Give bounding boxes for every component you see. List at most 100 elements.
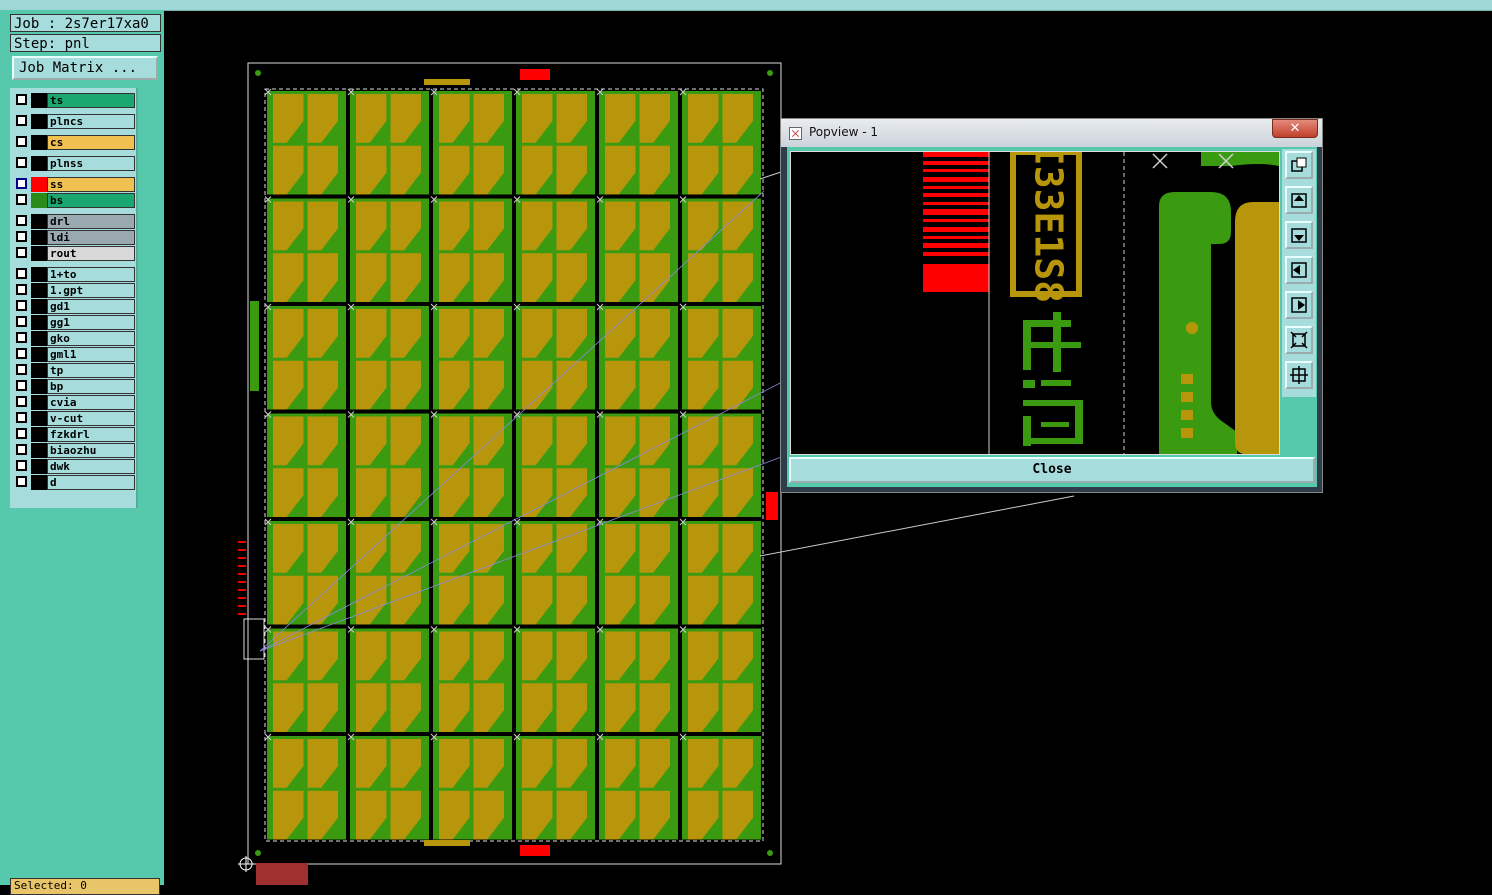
layer-checkbox[interactable]: [16, 348, 27, 359]
layer-row-rout[interactable]: rout: [14, 246, 135, 261]
layer-checkbox[interactable]: [16, 115, 27, 126]
layer-row-ts[interactable]: ts: [14, 93, 135, 108]
layer-checkbox[interactable]: [16, 178, 27, 189]
layer-checkbox[interactable]: [16, 316, 27, 327]
layer-name[interactable]: bs: [47, 193, 135, 208]
pan-left-icon[interactable]: [1285, 256, 1313, 284]
layer-name[interactable]: tp: [47, 363, 135, 378]
layer-name[interactable]: gml1: [47, 347, 135, 362]
layer-color-swatch[interactable]: [31, 246, 47, 261]
layer-row-gml1[interactable]: gml1: [14, 347, 135, 362]
layer-row-1-to[interactable]: 1+to: [14, 267, 135, 282]
popview-title-bar[interactable]: Popview - 1 ✕: [781, 119, 1322, 147]
layer-name[interactable]: 1+to: [47, 267, 135, 282]
layer-checkbox[interactable]: [16, 215, 27, 226]
layer-name[interactable]: ldi: [47, 230, 135, 245]
layer-checkbox[interactable]: [16, 157, 27, 168]
layer-color-swatch[interactable]: [31, 363, 47, 378]
layer-checkbox[interactable]: [16, 428, 27, 439]
layer-color-swatch[interactable]: [31, 267, 47, 282]
layer-row-cs[interactable]: cs: [14, 135, 135, 150]
layer-checkbox[interactable]: [16, 136, 27, 147]
layer-color-swatch[interactable]: [31, 283, 47, 298]
layer-name[interactable]: drl: [47, 214, 135, 229]
layer-row-gg1[interactable]: gg1: [14, 315, 135, 330]
zoom-out-icon[interactable]: [1285, 361, 1313, 389]
layer-row-gko[interactable]: gko: [14, 331, 135, 346]
layer-row-v-cut[interactable]: v-cut: [14, 411, 135, 426]
layer-checkbox[interactable]: [16, 460, 27, 471]
layer-checkbox[interactable]: [16, 476, 27, 487]
layer-row-1-gpt[interactable]: 1.gpt: [14, 283, 135, 298]
layer-color-swatch[interactable]: [31, 411, 47, 426]
layer-color-swatch[interactable]: [31, 331, 47, 346]
zoom-fit-icon[interactable]: [1285, 151, 1313, 179]
close-button[interactable]: Close: [789, 457, 1315, 483]
layer-name[interactable]: d: [47, 475, 135, 490]
layer-color-swatch[interactable]: [31, 427, 47, 442]
layer-color-swatch[interactable]: [31, 156, 47, 171]
layer-name[interactable]: bp: [47, 379, 135, 394]
window-close-button[interactable]: ✕: [1272, 119, 1318, 138]
layer-checkbox[interactable]: [16, 364, 27, 375]
layer-row-bp[interactable]: bp: [14, 379, 135, 394]
layer-checkbox[interactable]: [16, 396, 27, 407]
layer-row-tp[interactable]: tp: [14, 363, 135, 378]
layer-name[interactable]: v-cut: [47, 411, 135, 426]
pan-right-icon[interactable]: [1285, 291, 1313, 319]
job-matrix-button[interactable]: Job Matrix ...: [12, 56, 158, 80]
layer-name[interactable]: rout: [47, 246, 135, 261]
layer-checkbox[interactable]: [16, 380, 27, 391]
layer-name[interactable]: ts: [47, 93, 135, 108]
status-tab[interactable]: Selected: 0: [10, 878, 160, 895]
layer-name[interactable]: biaozhu: [47, 443, 135, 458]
layer-checkbox[interactable]: [16, 268, 27, 279]
layer-color-swatch[interactable]: [31, 177, 47, 192]
layer-row-plnss[interactable]: plnss: [14, 156, 135, 171]
layer-color-swatch[interactable]: [31, 459, 47, 474]
layer-checkbox[interactable]: [16, 412, 27, 423]
layer-color-swatch[interactable]: [31, 299, 47, 314]
layer-checkbox[interactable]: [16, 300, 27, 311]
layer-name[interactable]: plncs: [47, 114, 135, 129]
layer-color-swatch[interactable]: [31, 443, 47, 458]
layer-row-plncs[interactable]: plncs: [14, 114, 135, 129]
layer-row-biaozhu[interactable]: biaozhu: [14, 443, 135, 458]
layer-color-swatch[interactable]: [31, 114, 47, 129]
pan-down-icon[interactable]: [1285, 221, 1313, 249]
zoom-in-icon[interactable]: [1285, 326, 1313, 354]
layer-color-swatch[interactable]: [31, 230, 47, 245]
layer-row-fzkdrl[interactable]: fzkdrl: [14, 427, 135, 442]
layer-name[interactable]: fzkdrl: [47, 427, 135, 442]
layer-row-gd1[interactable]: gd1: [14, 299, 135, 314]
layer-color-swatch[interactable]: [31, 395, 47, 410]
layer-checkbox[interactable]: [16, 194, 27, 205]
layer-row-ldi[interactable]: ldi: [14, 230, 135, 245]
layer-color-swatch[interactable]: [31, 379, 47, 394]
layer-name[interactable]: gko: [47, 331, 135, 346]
layer-color-swatch[interactable]: [31, 315, 47, 330]
pan-up-icon[interactable]: [1285, 186, 1313, 214]
layer-checkbox[interactable]: [16, 284, 27, 295]
layer-color-swatch[interactable]: [31, 214, 47, 229]
layer-checkbox[interactable]: [16, 247, 27, 258]
layer-color-swatch[interactable]: [31, 193, 47, 208]
layer-name[interactable]: plnss: [47, 156, 135, 171]
layer-row-drl[interactable]: drl: [14, 214, 135, 229]
layer-name[interactable]: dwk: [47, 459, 135, 474]
layer-checkbox[interactable]: [16, 332, 27, 343]
layer-row-cvia[interactable]: cvia: [14, 395, 135, 410]
layer-row-bs[interactable]: bs: [14, 193, 135, 208]
layer-checkbox[interactable]: [16, 231, 27, 242]
layer-checkbox[interactable]: [16, 94, 27, 105]
layer-name[interactable]: ss: [47, 177, 135, 192]
layer-name[interactable]: 1.gpt: [47, 283, 135, 298]
layer-name[interactable]: cvia: [47, 395, 135, 410]
layer-name[interactable]: gg1: [47, 315, 135, 330]
layer-color-swatch[interactable]: [31, 347, 47, 362]
layer-row-ss[interactable]: ss: [14, 177, 135, 192]
layer-color-swatch[interactable]: [31, 475, 47, 490]
layer-row-d[interactable]: d: [14, 475, 135, 490]
layer-name[interactable]: gd1: [47, 299, 135, 314]
zoom-view[interactable]: I33E1S8: [790, 151, 1280, 455]
